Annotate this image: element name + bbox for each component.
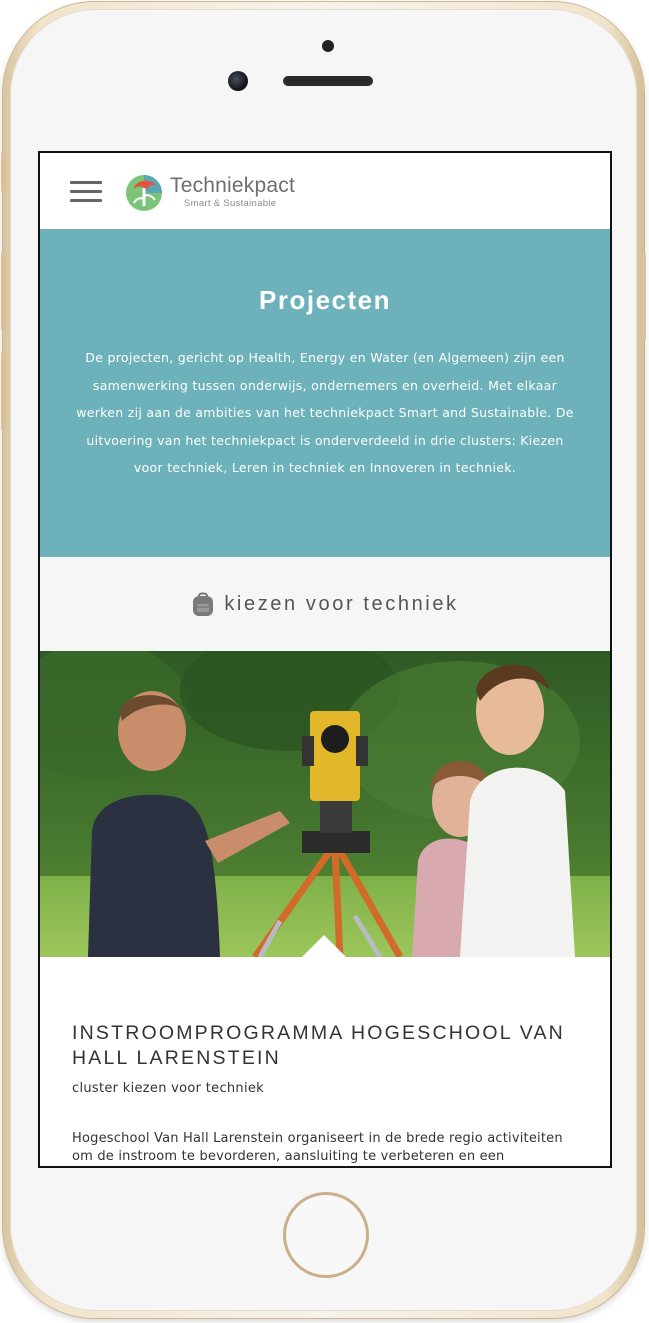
volume-down-button (1, 352, 6, 430)
earpiece-speaker (283, 76, 373, 86)
hero-intro-text: De projecten, gericht op Health, Energy … (76, 350, 574, 475)
hero-section: Projecten De projecten, gericht op Healt… (40, 229, 610, 557)
techniekpact-logo-icon (126, 175, 162, 211)
photo-pointer-notch (302, 935, 346, 957)
volume-up-button (1, 252, 6, 330)
home-button[interactable] (283, 1192, 369, 1278)
project-photo (40, 651, 610, 957)
logo-tagline: Smart & Sustainable (184, 198, 277, 210)
power-button (641, 254, 646, 340)
logo-name: Techniekpact (170, 174, 295, 198)
article-cluster-label: cluster kiezen voor techniek (72, 1081, 265, 1096)
site-logo[interactable]: Techniekpact Smart & Sustainable (124, 171, 295, 213)
page-title: Projecten (259, 285, 391, 315)
mute-switch (1, 152, 6, 192)
backpack-icon (193, 592, 214, 616)
menu-icon[interactable] (70, 181, 102, 203)
project-article: INSTROOMPROGRAMMA HOGESCHOOL VAN HALL LA… (40, 957, 610, 1166)
front-camera (228, 71, 248, 91)
site-header: Techniekpact Smart & Sustainable (40, 153, 610, 229)
article-title[interactable]: INSTROOMPROGRAMMA HOGESCHOOL VAN HALL LA… (72, 1021, 578, 1071)
phone-screen: Techniekpact Smart & Sustainable Project… (38, 151, 612, 1168)
article-body-text: Hogeschool Van Hall Larenstein organisee… (72, 1131, 563, 1164)
surveying-photo-image (40, 651, 610, 957)
proximity-sensor (322, 40, 334, 52)
cluster-heading: kiezen voor techniek (40, 557, 610, 651)
cluster-title: kiezen voor techniek (224, 592, 459, 615)
